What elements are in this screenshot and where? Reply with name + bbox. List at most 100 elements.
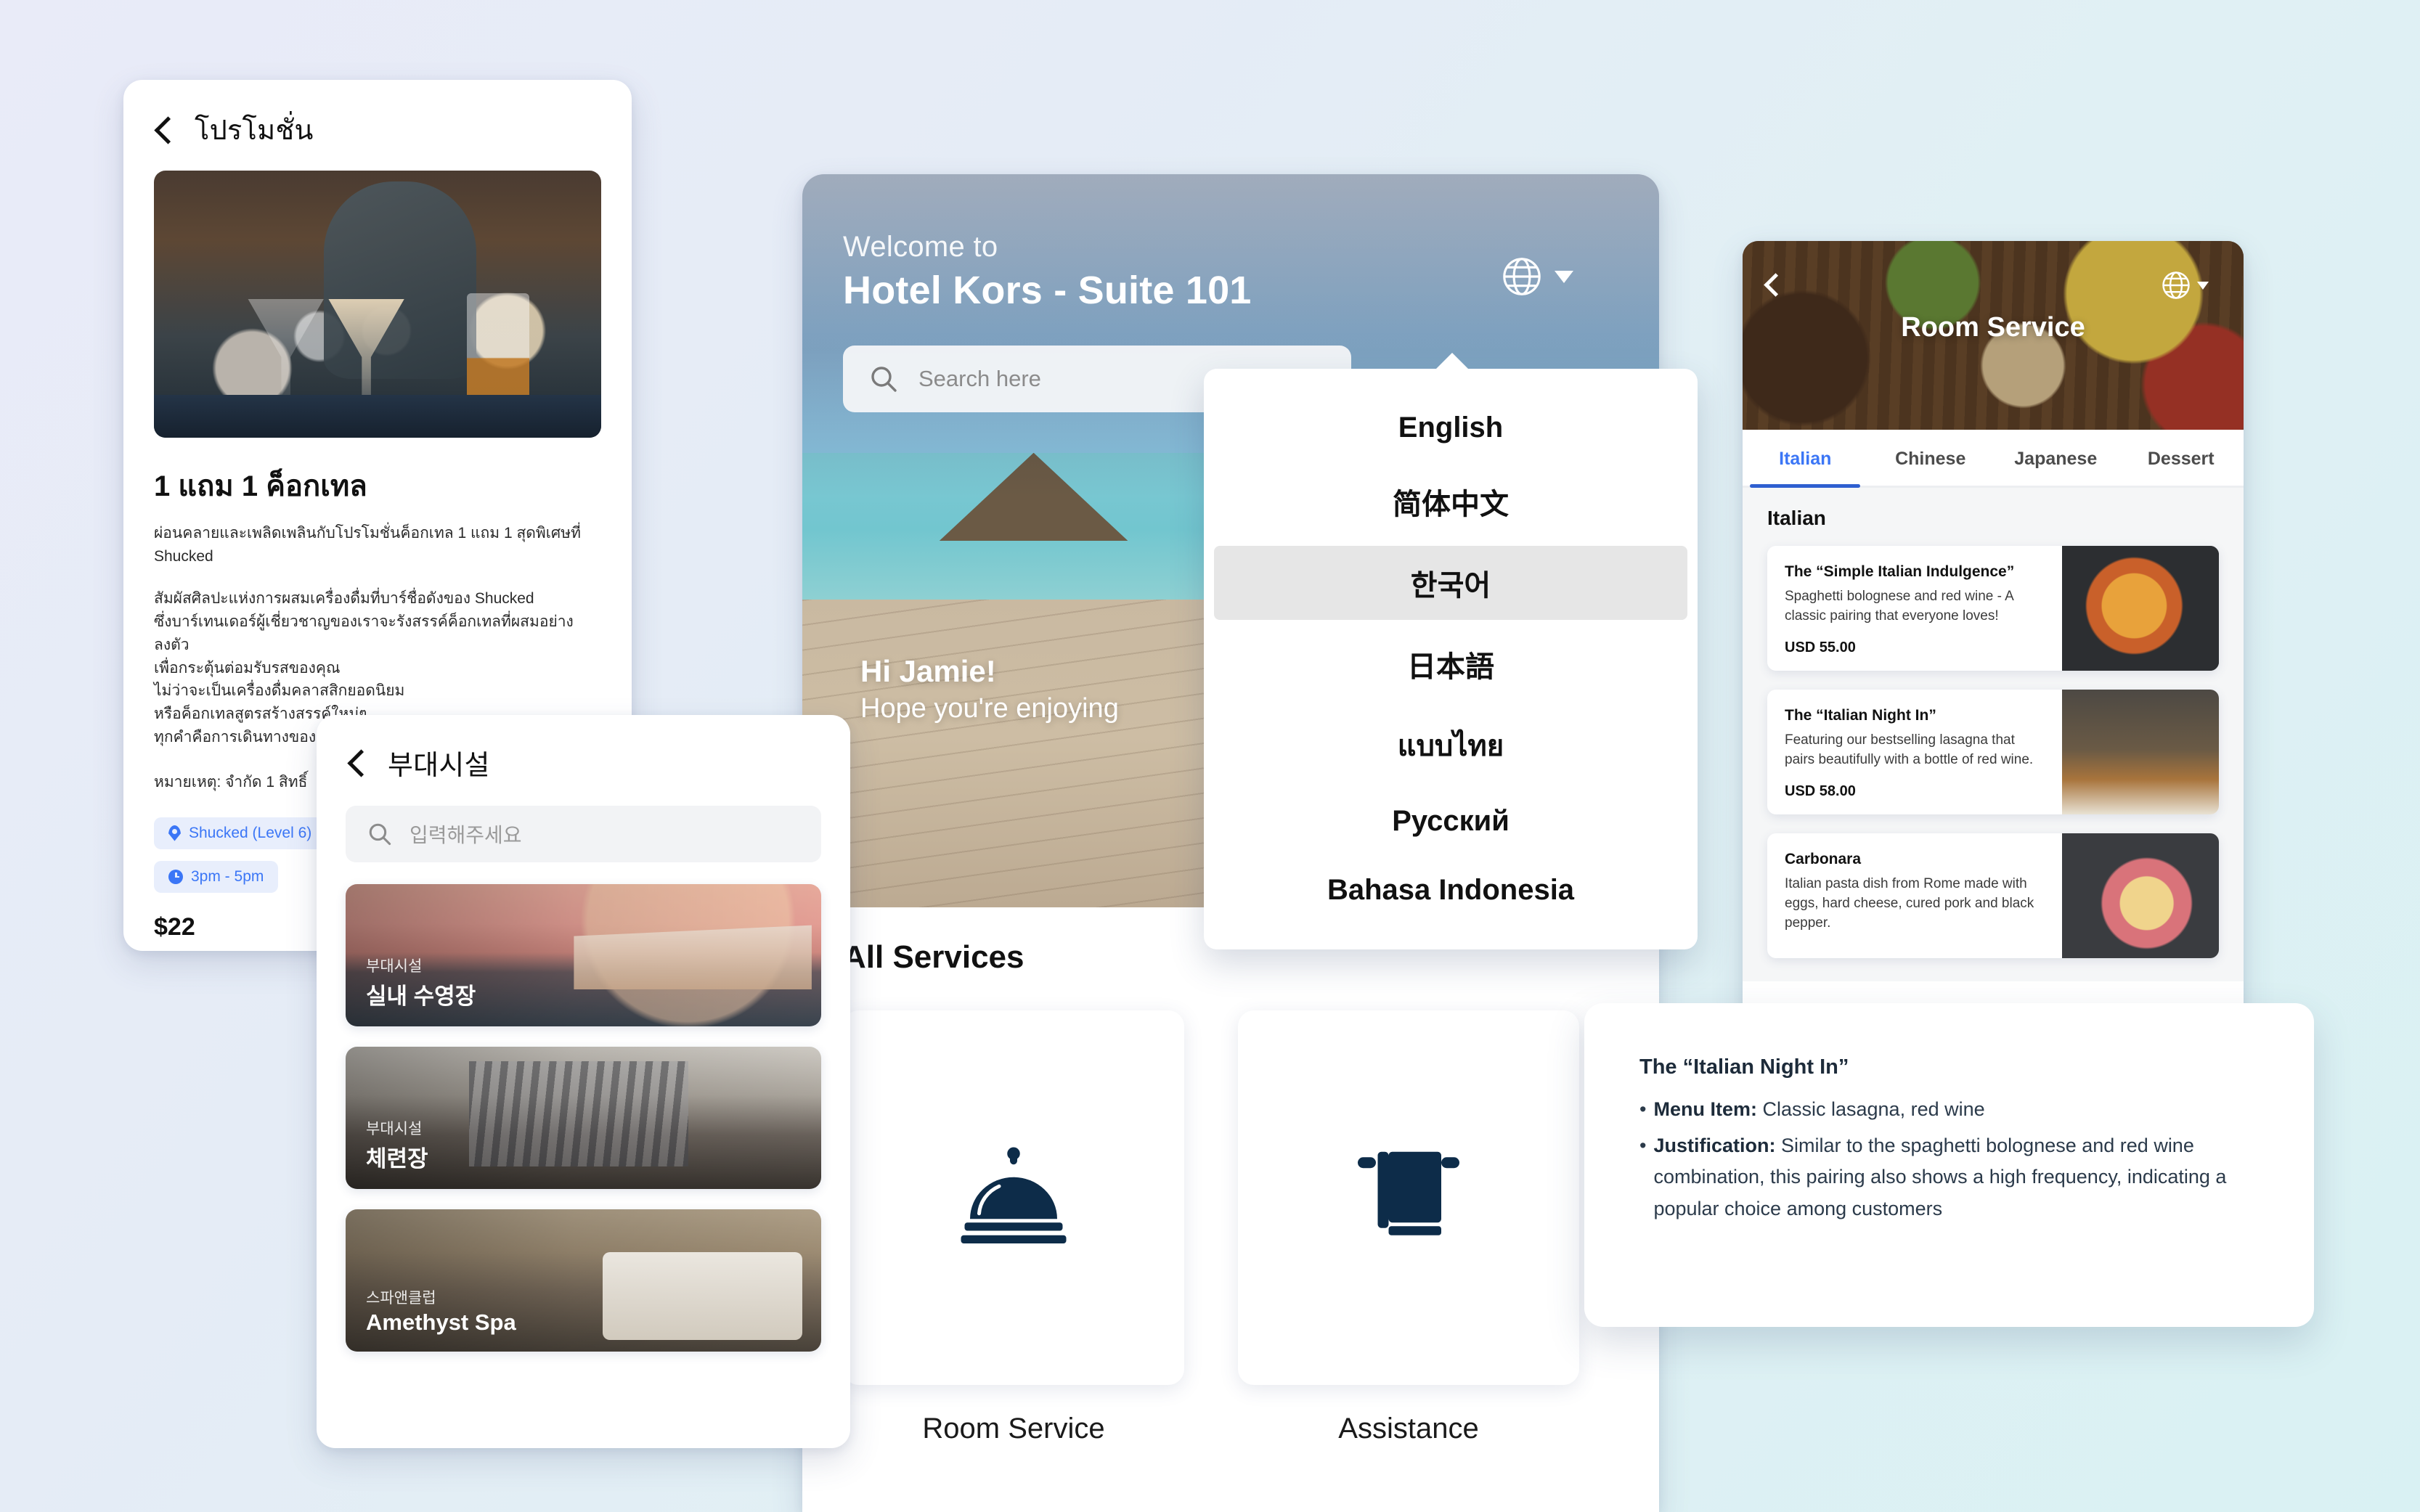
facilities-list: 부대시설 실내 수영장 부대시설 체련장 스파앤클럽 Amethyst Spa <box>317 862 850 1352</box>
menu-item[interactable]: The “Italian Night In” Featuring our bes… <box>1767 690 2219 814</box>
menu-item-description: Spaghetti bolognese and red wine - A cla… <box>1785 589 2013 624</box>
language-option-english[interactable]: English <box>1204 399 1698 457</box>
facilities-panel: 부대시설 입력해주세요 부대시설 실내 수영장 부대시설 체련장 스파앤클럽 A… <box>317 715 850 1448</box>
all-services-section: All Services Room Service Assistance <box>802 907 1659 1445</box>
welcome-title: Hotel Kors - Suite 101 <box>843 269 1252 312</box>
search-placeholder: Search here <box>918 366 1041 391</box>
language-option-simplified-chinese[interactable]: 简体中文 <box>1204 467 1698 536</box>
app-canvas: Welcome to Hotel Kors - Suite 101 Search… <box>0 0 2420 1512</box>
facilities-title: 부대시설 <box>388 751 490 781</box>
towel-icon <box>1354 1146 1463 1250</box>
facility-card-gym[interactable]: 부대시설 체련장 <box>346 1047 821 1189</box>
menu-item-name: The “Simple Italian Indulgence” <box>1785 563 2015 580</box>
menu-item[interactable]: Carbonara Italian pasta dish from Rome m… <box>1767 833 2219 958</box>
menu-item-description: Featuring our bestselling lasagna that p… <box>1785 732 2034 767</box>
bar-counter <box>154 395 601 438</box>
chevron-left-icon[interactable] <box>347 748 366 778</box>
service-label-room-service: Room Service <box>922 1413 1105 1444</box>
promotion-subtitle: ผ่อนคลายและเพลิดเพลินกับโปรโมชั่นค็อกเทล… <box>154 525 581 565</box>
menu-item-info: Carbonara Italian pasta dish from Rome m… <box>1767 833 2062 958</box>
facility-kicker: 부대시설 <box>366 1121 423 1137</box>
menu-list: Italian The “Simple Italian Indulgence” … <box>1743 488 2244 981</box>
welcome-heading: Welcome to Hotel Kors - Suite 101 <box>843 231 1252 313</box>
explanation-title: The “Italian Night In” <box>1639 1055 1849 1079</box>
facility-card-text: 부대시설 체련장 <box>366 1117 428 1173</box>
service-room-service: Room Service <box>843 1010 1184 1445</box>
room-service-hero: Room Service <box>1743 241 2244 430</box>
search-icon <box>869 364 898 393</box>
service-tile-room-service[interactable] <box>843 1010 1184 1385</box>
menu-item-price: USD 55.00 <box>1785 639 1856 655</box>
tab-italian[interactable]: Italian <box>1743 430 1868 488</box>
explanation-bullets: • Menu Item: Classic lasagna, red wine •… <box>1639 1094 2259 1225</box>
promotion-hero-image <box>154 171 601 438</box>
facility-name: 체련장 <box>366 1146 428 1172</box>
facilities-header: 부대시설 <box>317 715 850 801</box>
chip-location[interactable]: Shucked (Level 6) <box>154 817 327 849</box>
promotion-heading: 1 แถม 1 ค็อกเทล <box>154 470 367 502</box>
tab-dessert[interactable]: Dessert <box>2119 430 2244 486</box>
facility-kicker: 부대시설 <box>366 958 423 975</box>
explanation-card: The “Italian Night In” • Menu Item: Clas… <box>1584 1003 2314 1327</box>
explanation-bullet-text: Classic lasagna, red wine <box>1762 1098 1985 1120</box>
chip-time[interactable]: 3pm - 5pm <box>154 860 279 893</box>
facilities-search-input[interactable]: 입력해주세요 <box>346 806 821 862</box>
promotion-header: โปรโมชั่น <box>123 80 632 171</box>
globe-icon <box>1501 256 1543 298</box>
chevron-left-icon[interactable] <box>154 115 173 145</box>
facility-card-text: 부대시설 실내 수영장 <box>366 955 476 1010</box>
language-option-japanese[interactable]: 日本語 <box>1204 630 1698 698</box>
facility-kicker: 스파앤클럽 <box>366 1290 436 1307</box>
tab-japanese[interactable]: Japanese <box>1993 430 2119 486</box>
bartender-figure <box>324 181 476 380</box>
location-pin-icon <box>168 825 181 841</box>
service-bell-icon <box>959 1146 1068 1250</box>
chevron-left-icon[interactable] <box>1764 271 1780 298</box>
bullet-glyph: • <box>1639 1134 1647 1156</box>
explanation-bullet-menu-item: • Menu Item: Classic lasagna, red wine <box>1639 1094 2259 1126</box>
promotion-title: โปรโมชั่น <box>195 115 314 146</box>
cuisine-tabs: Italian Chinese Japanese Dessert <box>1743 430 2244 488</box>
service-label-assistance: Assistance <box>1338 1413 1479 1444</box>
chip-location-label: Shucked (Level 6) <box>189 824 312 841</box>
services-grid: Room Service Assistance <box>843 1010 1618 1445</box>
menu-item[interactable]: The “Simple Italian Indulgence” Spaghett… <box>1767 546 2219 671</box>
language-option-russian[interactable]: Русский <box>1204 792 1698 851</box>
facility-card-pool[interactable]: 부대시설 실내 수영장 <box>346 884 821 1026</box>
facility-card-spa[interactable]: 스파앤클럽 Amethyst Spa <box>346 1209 821 1352</box>
menu-item-price: USD 58.00 <box>1785 783 1856 799</box>
language-option-bahasa-indonesia[interactable]: Bahasa Indonesia <box>1204 861 1698 920</box>
cocktail-glass-left <box>248 298 325 412</box>
globe-icon <box>2161 270 2191 301</box>
menu-item-thumbnail <box>2062 546 2219 671</box>
tab-chinese[interactable]: Chinese <box>1868 430 1994 486</box>
language-selector[interactable] <box>2161 270 2209 301</box>
service-tile-assistance[interactable] <box>1238 1010 1579 1385</box>
clock-icon <box>168 869 183 884</box>
menu-item-name: Carbonara <box>1785 851 1862 867</box>
chip-time-label: 3pm - 5pm <box>191 867 264 885</box>
menu-section-title: Italian <box>1767 507 1826 529</box>
language-dropdown: English 简体中文 한국어 日本語 แบบไทย Русский Baha… <box>1204 353 1698 949</box>
menu-item-thumbnail <box>2062 690 2219 814</box>
welcome-eyebrow: Welcome to <box>843 231 998 263</box>
language-option-korean[interactable]: 한국어 <box>1214 546 1687 621</box>
service-assistance: Assistance <box>1238 1010 1579 1445</box>
room-service-hero-title: Room Service <box>1901 312 2085 343</box>
explanation-bullet-justification: • Justification: Similar to the spaghett… <box>1639 1130 2259 1225</box>
facility-name: Amethyst Spa <box>366 1309 516 1335</box>
language-selector[interactable] <box>1501 256 1573 298</box>
search-icon <box>367 822 392 846</box>
explanation-body: The “Italian Night In” • Menu Item: Clas… <box>1584 1003 2314 1225</box>
menu-item-name: The “Italian Night In” <box>1785 707 1936 724</box>
language-option-thai[interactable]: แบบไทย <box>1204 709 1698 782</box>
guest-greeting: Hi Jamie! Hope you're enjoying <box>860 654 1119 724</box>
explanation-bullet-label: Justification: <box>1653 1134 1776 1156</box>
facilities-search-placeholder: 입력해주세요 <box>410 824 522 846</box>
caret-down-icon <box>1555 270 1573 283</box>
explanation-bullet-label: Menu Item: <box>1653 1098 1757 1120</box>
dropdown-arrow <box>1435 353 1470 370</box>
facility-name: 실내 수영장 <box>366 984 476 1009</box>
menu-item-info: The “Italian Night In” Featuring our bes… <box>1767 690 2062 814</box>
caret-down-icon <box>2197 281 2209 290</box>
